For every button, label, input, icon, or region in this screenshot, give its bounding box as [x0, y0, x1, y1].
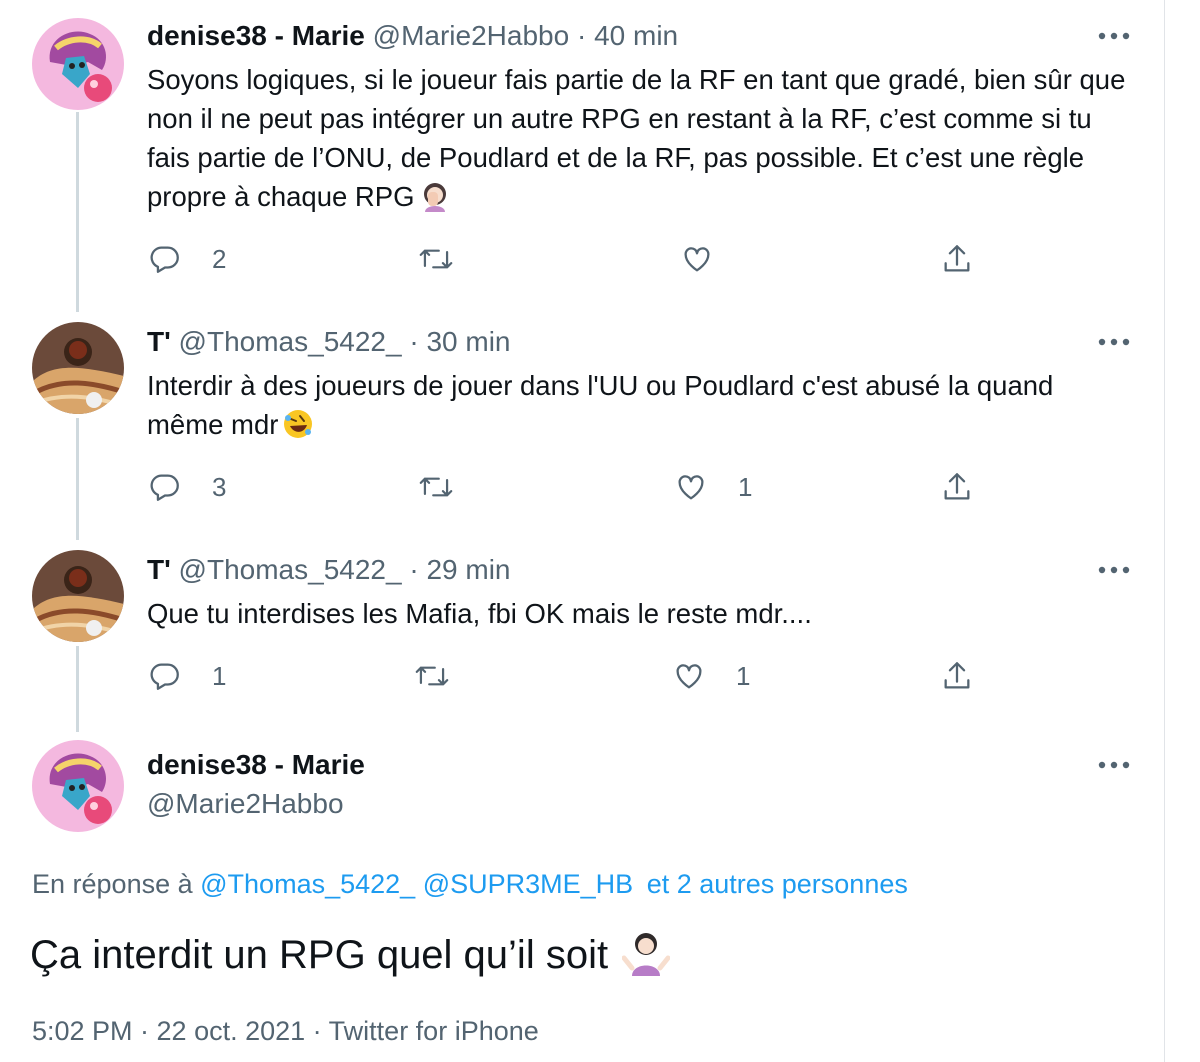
retweet-button[interactable] [414, 659, 480, 693]
tweet-text-content: Que tu interdises les Mafia, fbi OK mais… [147, 598, 812, 629]
reply-button[interactable]: 1 [148, 659, 226, 693]
handle[interactable]: @Marie2Habbo [147, 788, 344, 819]
display-name-row: denise38 - Marie [147, 747, 365, 783]
separator: · [409, 554, 419, 585]
like-icon [676, 664, 702, 689]
reply-icon [150, 474, 179, 501]
tweet-header: T' @Thomas_5422_ · 29 min [147, 552, 511, 588]
share-button[interactable] [940, 659, 974, 693]
avatar[interactable] [32, 322, 124, 414]
rolling-on-floor-laughing-emoji [284, 410, 313, 438]
main-tweet-text: Ça interdit un RPG quel qu’il soit [30, 928, 671, 981]
separator: · [409, 326, 419, 357]
display-name[interactable]: T' [147, 326, 171, 357]
retweet-icon [419, 477, 453, 497]
display-name[interactable]: denise38 - Marie [147, 20, 365, 51]
thread-line [76, 112, 79, 312]
tweet-text: Soyons logiques, si le joueur fais parti… [147, 60, 1137, 216]
retweet-icon [415, 666, 449, 686]
share-icon [944, 245, 970, 272]
mention-link[interactable]: @SUPR3ME_HB [423, 869, 633, 899]
display-name[interactable]: T' [147, 554, 171, 585]
more-icon[interactable] [1096, 562, 1132, 578]
like-button[interactable] [680, 242, 744, 276]
share-icon [944, 662, 970, 689]
handle-row: @Marie2Habbo [147, 786, 344, 822]
tweet-header: T' @Thomas_5422_ · 30 min [147, 324, 511, 360]
like-count: 1 [736, 660, 751, 691]
tweet-header: denise38 - Marie @Marie2Habbo · 40 min [147, 18, 678, 54]
thread-line [76, 418, 79, 540]
more-icon[interactable] [1096, 334, 1132, 350]
avatar[interactable] [32, 740, 124, 832]
reply-icon [150, 663, 179, 690]
main-tweet-text-content: Ça interdit un RPG quel qu’il soit [30, 933, 609, 977]
reply-icon [150, 246, 179, 273]
tweet-text: Interdir à des joueurs de jouer dans l'U… [147, 366, 1137, 444]
thread-line [76, 646, 79, 732]
page-edge-divider [1164, 0, 1165, 1062]
like-icon [678, 475, 704, 500]
timestamp[interactable]: 30 min [426, 326, 510, 357]
reply-count: 2 [212, 243, 227, 274]
display-name[interactable]: denise38 - Marie [147, 749, 365, 780]
like-count: 1 [738, 471, 753, 502]
like-button[interactable]: 1 [674, 470, 752, 504]
woman-facepalming-emoji [423, 183, 446, 212]
timestamp[interactable]: 29 min [426, 554, 510, 585]
more-icon[interactable] [1096, 757, 1132, 773]
reply-button[interactable]: 2 [148, 242, 226, 276]
share-button[interactable] [940, 470, 974, 504]
handle[interactable]: @Thomas_5422_ [179, 326, 402, 357]
reply-count: 3 [212, 471, 227, 502]
share-button[interactable] [940, 242, 974, 276]
avatar[interactable] [32, 550, 124, 642]
reply-prefix: En réponse à [32, 869, 193, 899]
tweet-text: Que tu interdises les Mafia, fbi OK mais… [147, 594, 1137, 633]
mention-link[interactable]: @Thomas_5422_ [200, 869, 415, 899]
tweet-text-content: Soyons logiques, si le joueur fais parti… [147, 64, 1126, 212]
timestamp[interactable]: 40 min [594, 20, 678, 51]
other-people-link[interactable]: et 2 autres personnes [647, 869, 908, 899]
woman-shrugging-emoji [622, 933, 671, 976]
share-icon [944, 473, 970, 500]
retweet-icon [419, 249, 453, 269]
like-button[interactable]: 1 [672, 659, 750, 693]
like-icon [684, 247, 710, 272]
handle[interactable]: @Thomas_5422_ [179, 554, 402, 585]
avatar[interactable] [32, 18, 124, 110]
more-icon[interactable] [1096, 28, 1132, 44]
reply-context: En réponse à @Thomas_5422_ @SUPR3ME_HB e… [32, 866, 908, 902]
separator: · [576, 20, 587, 51]
handle[interactable]: @Marie2Habbo [373, 20, 570, 51]
retweet-button[interactable] [418, 470, 484, 504]
tweet-timestamp[interactable]: 5:02 PM · 22 oct. 2021 · Twitter for iPh… [32, 1013, 539, 1049]
reply-count: 1 [212, 660, 227, 691]
retweet-button[interactable] [418, 242, 484, 276]
reply-button[interactable]: 3 [148, 470, 226, 504]
